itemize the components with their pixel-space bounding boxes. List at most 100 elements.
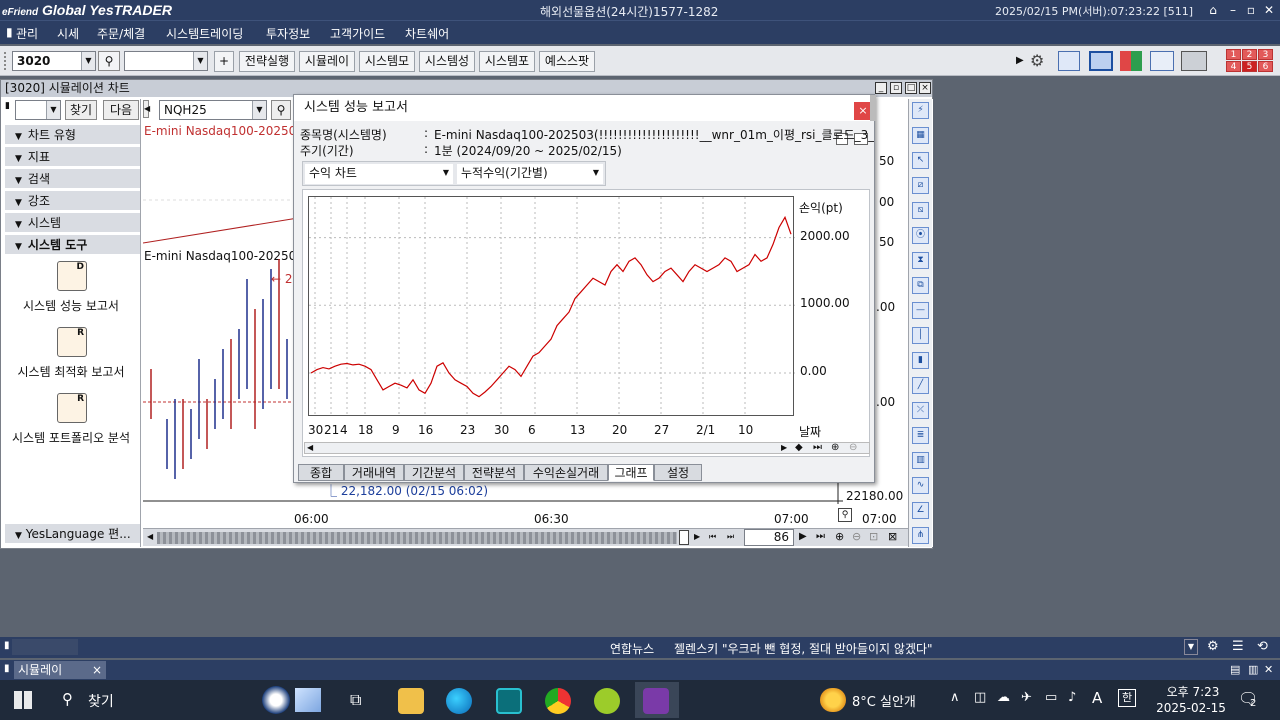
- news-dropdown-icon[interactable]: ▼: [1184, 639, 1198, 655]
- toolbar-btn-3[interactable]: 시스템모: [359, 51, 415, 72]
- layout-tool-icon[interactable]: ▦: [912, 127, 929, 144]
- report-tool-label[interactable]: 시스템 성능 보고서: [1, 297, 141, 314]
- plot-scrollbar[interactable]: ◀ ▶ ◆ ⏭ ⊕ ⊖: [304, 442, 870, 454]
- channel-tool-icon[interactable]: ⧉: [912, 277, 929, 294]
- weather-icon[interactable]: [820, 688, 846, 712]
- close-icon[interactable]: ×: [92, 661, 102, 679]
- tab-1[interactable]: 거래내역: [344, 464, 404, 481]
- close-icon[interactable]: ×: [919, 82, 931, 94]
- screen-slot-1[interactable]: 1: [1226, 49, 1241, 60]
- screen-slot-4[interactable]: 4: [1226, 61, 1241, 72]
- gear-icon[interactable]: ⚙: [1030, 51, 1050, 71]
- profit-mode-select[interactable]: 누적수익(기간별) ▼: [457, 164, 603, 184]
- chart-type-select[interactable]: 수익 차트 ▼: [305, 164, 453, 184]
- find-button[interactable]: 찾기: [65, 100, 97, 120]
- screen-number-combo[interactable]: 3020 ▼: [12, 51, 96, 71]
- tab-0[interactable]: 종합: [298, 464, 344, 481]
- report-tool-icon[interactable]: R: [57, 327, 87, 357]
- monitor-icon[interactable]: [1089, 51, 1113, 71]
- fit-icon[interactable]: ⊡: [869, 530, 878, 543]
- edge-icon[interactable]: [446, 688, 472, 714]
- next-button[interactable]: 다음: [103, 100, 139, 120]
- toolbar-btn-1[interactable]: 전략실행: [239, 51, 295, 72]
- tile-icon[interactable]: ▤: [1230, 663, 1240, 676]
- tab-3[interactable]: 전략분석: [464, 464, 524, 481]
- first-page-icon[interactable]: ⏮: [709, 532, 716, 542]
- home-icon[interactable]: ⌂: [1205, 2, 1221, 18]
- layout-grid-icon[interactable]: [1120, 51, 1142, 71]
- scroll-right-icon[interactable]: ▶: [1016, 55, 1024, 66]
- taskbar-date[interactable]: 2025-02-15: [1152, 701, 1230, 715]
- screen-slot-5[interactable]: 5: [1242, 61, 1257, 72]
- reset-icon[interactable]: ⊠: [888, 530, 897, 543]
- hangul-icon[interactable]: 한: [1118, 689, 1136, 707]
- battery-icon[interactable]: ▭: [1045, 690, 1057, 705]
- cloud-icon[interactable]: ☁: [997, 690, 1010, 705]
- grid-tool-icon[interactable]: ▥: [912, 452, 929, 469]
- chrome-icon[interactable]: [545, 688, 571, 714]
- step-end-icon[interactable]: ⏭: [813, 442, 822, 454]
- windows-start-icon[interactable]: [14, 691, 32, 709]
- zoom-value-input[interactable]: 86: [744, 529, 794, 546]
- zoom-in-icon[interactable]: ⊕: [831, 442, 839, 454]
- menu-invest-info[interactable]: 투자정보: [266, 25, 310, 42]
- menu-icon[interactable]: ▮: [6, 25, 13, 39]
- pitch-tool-icon[interactable]: ⋔: [912, 527, 929, 544]
- search-icon[interactable]: ⚲: [62, 690, 73, 708]
- plane-icon[interactable]: ✈: [1021, 690, 1032, 705]
- panel-item-5[interactable]: ▼ 시스템 도구: [5, 235, 140, 255]
- panel-item-0[interactable]: ▼ 차트 유형: [5, 125, 140, 145]
- volume-icon[interactable]: ♪: [1068, 690, 1076, 705]
- magnet-tool-icon[interactable]: ⚡: [912, 102, 929, 119]
- panel-item-1[interactable]: ▼ 지표: [5, 147, 140, 167]
- report-tool-icon[interactable]: R: [57, 393, 87, 423]
- curve-tool-icon[interactable]: ∿: [912, 477, 929, 494]
- step-end-icon[interactable]: ⏭: [816, 531, 825, 542]
- screen-slot-6[interactable]: 6: [1258, 61, 1273, 72]
- screen-search-combo[interactable]: ▼: [124, 51, 208, 71]
- ime-indicator[interactable]: A: [1092, 689, 1102, 707]
- menu-guide[interactable]: 고객가이드: [330, 25, 385, 42]
- search-icon[interactable]: ⚲: [98, 51, 120, 71]
- find-combo[interactable]: ▼: [15, 100, 61, 120]
- close-all-icon[interactable]: ✕: [1264, 663, 1273, 676]
- scroll-right-icon[interactable]: ▶: [781, 443, 787, 453]
- menu-chartshare[interactable]: 차트쉐어: [405, 25, 449, 42]
- chart-scrollbar[interactable]: ◀ ▶ ⏮ ⏭ 86 ▶ ⏭ ⊕ ⊖ ⊡ ⊠: [143, 528, 908, 546]
- cascade-icon[interactable]: ▥: [1248, 663, 1258, 676]
- toolbar-btn-2[interactable]: 시뮬레이: [299, 51, 355, 72]
- restore-icon[interactable]: ▫: [890, 82, 902, 94]
- scroll-left-icon[interactable]: ◀: [307, 443, 313, 453]
- step-forward-icon[interactable]: ▶: [799, 531, 807, 542]
- minimize-icon[interactable]: –: [1225, 2, 1241, 18]
- zoom-out-icon[interactable]: ⊖: [852, 530, 861, 543]
- tab-6[interactable]: 설정: [654, 464, 702, 481]
- yeslanguage-item[interactable]: ▼ YesLanguage 편...: [5, 524, 140, 544]
- minimize-icon[interactable]: _: [875, 82, 887, 94]
- cumulative-profit-plot[interactable]: [308, 196, 795, 417]
- refresh-icon[interactable]: ⟲: [1257, 639, 1268, 654]
- zoom-icon[interactable]: ⚲: [838, 508, 852, 522]
- weather-text[interactable]: 8°C 실안개: [852, 691, 916, 710]
- step-forward-icon[interactable]: ◆: [795, 442, 803, 454]
- lines-tool-icon[interactable]: ≣: [912, 427, 929, 444]
- angle-tool-icon[interactable]: ∠: [912, 502, 929, 519]
- toolbar-btn-6[interactable]: 예스스팟: [539, 51, 595, 72]
- tab-2[interactable]: 기간분석: [404, 464, 464, 481]
- maximize-icon[interactable]: ▫: [1243, 2, 1259, 18]
- zoom-in-icon[interactable]: ⊕: [835, 530, 844, 543]
- scroll-thumb[interactable]: [679, 530, 689, 545]
- file-explorer-icon[interactable]: [398, 688, 424, 714]
- scroll-left-icon[interactable]: ◀: [147, 532, 153, 541]
- taskbar-search[interactable]: 찾기: [88, 691, 114, 711]
- menu-quotes[interactable]: 시세: [57, 25, 79, 42]
- tray-icon-1[interactable]: ◫: [974, 690, 986, 705]
- printer-icon[interactable]: [1181, 51, 1207, 71]
- zoom-out-icon[interactable]: ⊖: [849, 442, 857, 454]
- widget-icon[interactable]: [295, 688, 321, 712]
- report-tool-icon[interactable]: D: [57, 261, 87, 291]
- task-view-icon[interactable]: ⧉: [350, 690, 361, 710]
- screen-slot-2[interactable]: 2: [1242, 49, 1257, 60]
- draw-tool-icon[interactable]: ⧄: [912, 177, 929, 194]
- menu-order[interactable]: 주문/체결: [97, 25, 145, 42]
